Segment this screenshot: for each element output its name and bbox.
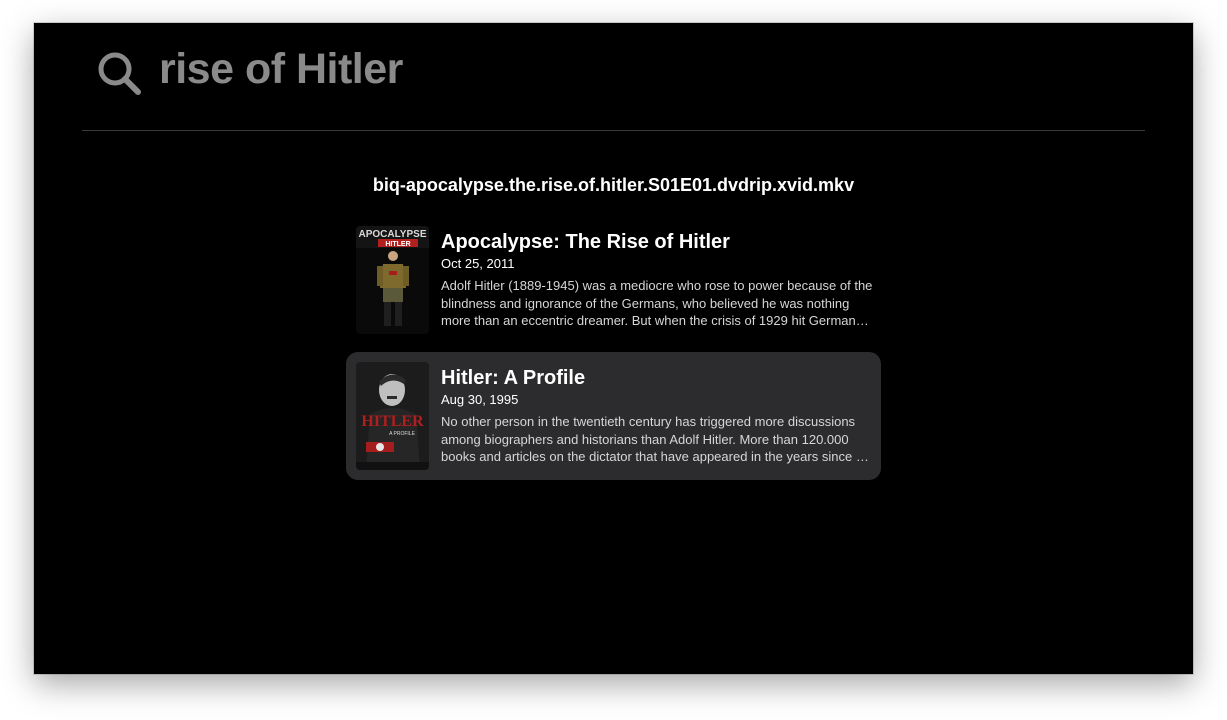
result-description: No other person in the twentieth century… (441, 414, 873, 464)
result-date: Aug 30, 1995 (441, 392, 519, 407)
result-title: Hitler: A Profile (441, 367, 586, 389)
result-date: Oct 25, 2011 (441, 256, 515, 271)
poster-image: APOCALYPSE HITLER (356, 226, 429, 334)
poster-title-text: HITLER (361, 413, 424, 430)
result-item-selected[interactable]: HITLER A PROFILE Hitler: A Profile Aug 3… (346, 352, 881, 480)
file-name-heading: biq-apocalypse.the.rise.of.hitler.S01E01… (372, 175, 855, 195)
poster-subtitle-text: HITLER (385, 241, 410, 248)
search-window: rise of Hitler biq-apocalypse.the.rise.o… (34, 23, 1193, 674)
search-bar[interactable]: rise of Hitler (34, 23, 1193, 130)
poster-subtitle-text: A PROFILE (389, 431, 416, 437)
poster-image: HITLER A PROFILE (356, 362, 429, 470)
result-item[interactable]: APOCALYPSE HITLER Apocalypse: The Rise o… (346, 216, 881, 344)
divider (82, 130, 1145, 131)
result-title: Apocalypse: The Rise of Hitler (441, 231, 730, 253)
results-list: APOCALYPSE HITLER Apocalypse: The Rise o… (346, 216, 881, 488)
poster-title-text: APOCALYPSE (359, 229, 427, 240)
search-input[interactable]: rise of Hitler (159, 45, 403, 94)
search-icon (98, 52, 141, 95)
result-description: Adolf Hitler (1889-1945) was a mediocre … (441, 278, 873, 328)
